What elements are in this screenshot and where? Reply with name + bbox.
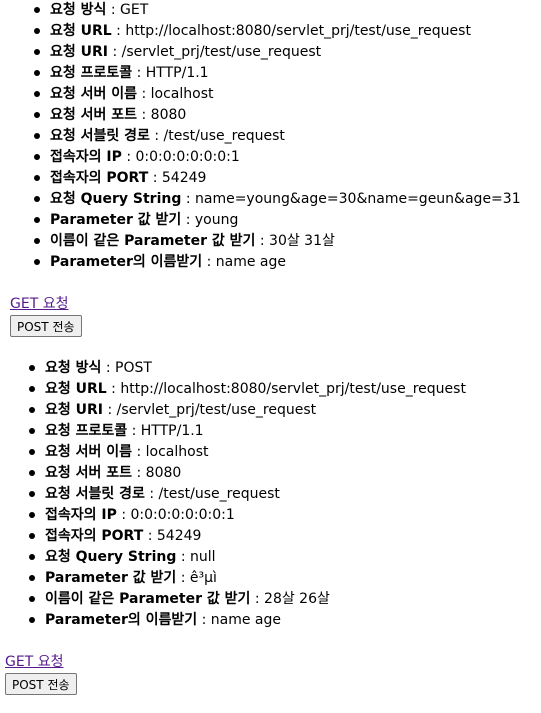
list-item: Parameter 값 받기 : ê³µì bbox=[29, 568, 466, 589]
info-value: GET bbox=[120, 2, 149, 18]
info-label: 요청 URL bbox=[45, 381, 107, 397]
info-label: 요청 URI bbox=[50, 44, 108, 60]
info-value: 28살 26살 bbox=[264, 591, 330, 607]
info-value: ê³µì bbox=[189, 570, 217, 586]
info-label: 요청 Query String bbox=[45, 549, 177, 565]
list-item: 요청 URL : http://localhost:8080/servlet_p… bbox=[34, 21, 521, 42]
info-label: 접속자의 PORT bbox=[45, 528, 144, 544]
list-item: 요청 서블릿 경로 : /test/use_request bbox=[34, 126, 521, 147]
info-value: /test/use_request bbox=[158, 486, 280, 502]
list-item: 요청 서버 이름 : localhost bbox=[29, 442, 466, 463]
info-label: 요청 프로토콜 bbox=[50, 65, 133, 81]
info-value: http://localhost:8080/servlet_prj/test/u… bbox=[120, 381, 466, 397]
info-value: name=young&age=30&name=geun&age=31 bbox=[195, 191, 521, 207]
list-item: 요청 서버 이름 : localhost bbox=[34, 84, 521, 105]
list-item: 접속자의 IP : 0:0:0:0:0:0:0:1 bbox=[34, 147, 521, 168]
info-value: young bbox=[194, 212, 239, 228]
list-item: 요청 방식 : GET bbox=[34, 0, 521, 21]
post-result-section: 요청 방식 : POST 요청 URL : http://localhost:8… bbox=[5, 358, 466, 695]
list-item: 요청 프로토콜 : HTTP/1.1 bbox=[29, 421, 466, 442]
info-value: 8080 bbox=[145, 465, 182, 481]
info-value: 8080 bbox=[150, 107, 187, 123]
info-value: /test/use_request bbox=[163, 128, 285, 144]
list-item: Parameter 값 받기 : young bbox=[34, 210, 521, 231]
list-item: Parameter의 이름받기 : name age bbox=[29, 610, 466, 631]
list-item: 요청 Query String : name=young&age=30&name… bbox=[34, 189, 521, 210]
info-value: 54249 bbox=[161, 170, 207, 186]
list-item: 이름이 같은 Parameter 값 받기 : 28살 26살 bbox=[29, 589, 466, 610]
info-label: 요청 서버 포트 bbox=[50, 107, 138, 123]
info-label: 요청 서블릿 경로 bbox=[50, 128, 150, 144]
list-item: Parameter의 이름받기 : name age bbox=[34, 252, 521, 273]
info-value: null bbox=[190, 549, 216, 565]
get-request-link[interactable]: GET 요청 bbox=[5, 652, 466, 672]
list-item: 요청 서버 포트 : 8080 bbox=[29, 463, 466, 484]
info-value: HTTP/1.1 bbox=[140, 423, 204, 439]
list-item: 요청 URI : /servlet_prj/test/use_request bbox=[34, 42, 521, 63]
info-label: Parameter 값 받기 bbox=[50, 212, 182, 228]
info-label: 요청 방식 bbox=[50, 2, 107, 18]
info-value: 0:0:0:0:0:0:0:1 bbox=[130, 507, 235, 523]
info-label: 요청 서버 포트 bbox=[45, 465, 133, 481]
info-label: Parameter 값 받기 bbox=[45, 570, 177, 586]
info-value: http://localhost:8080/servlet_prj/test/u… bbox=[125, 23, 471, 39]
list-item: 요청 URL : http://localhost:8080/servlet_p… bbox=[29, 379, 466, 400]
info-value: name age bbox=[210, 612, 281, 628]
info-label: 접속자의 PORT bbox=[50, 170, 149, 186]
get-request-link[interactable]: GET 요청 bbox=[10, 294, 521, 314]
info-value: 54249 bbox=[156, 528, 202, 544]
info-label: Parameter의 이름받기 bbox=[45, 612, 198, 628]
info-value: HTTP/1.1 bbox=[145, 65, 209, 81]
info-label: 요청 서버 이름 bbox=[50, 86, 138, 102]
info-value: POST bbox=[115, 360, 152, 376]
list-item: 접속자의 PORT : 54249 bbox=[29, 526, 466, 547]
info-label: Parameter의 이름받기 bbox=[50, 254, 203, 270]
get-result-section: 요청 방식 : GET 요청 URL : http://localhost:80… bbox=[10, 0, 521, 337]
info-value: localhost bbox=[150, 86, 214, 102]
info-value: localhost bbox=[145, 444, 209, 460]
request-info-list: 요청 방식 : POST 요청 URL : http://localhost:8… bbox=[5, 358, 466, 631]
post-submit-button[interactable]: POST 전송 bbox=[10, 315, 82, 337]
info-value: 30살 31살 bbox=[269, 233, 335, 249]
info-label: 요청 Query String bbox=[50, 191, 182, 207]
info-value: /servlet_prj/test/use_request bbox=[121, 44, 322, 60]
list-item: 접속자의 PORT : 54249 bbox=[34, 168, 521, 189]
list-item: 요청 서블릿 경로 : /test/use_request bbox=[29, 484, 466, 505]
list-item: 접속자의 IP : 0:0:0:0:0:0:0:1 bbox=[29, 505, 466, 526]
info-label: 요청 서블릿 경로 bbox=[45, 486, 145, 502]
list-item: 요청 URI : /servlet_prj/test/use_request bbox=[29, 400, 466, 421]
list-item: 요청 서버 포트 : 8080 bbox=[34, 105, 521, 126]
info-value: /servlet_prj/test/use_request bbox=[116, 402, 317, 418]
info-label: 접속자의 IP bbox=[50, 149, 122, 165]
info-label: 요청 URL bbox=[50, 23, 112, 39]
post-submit-button[interactable]: POST 전송 bbox=[5, 673, 77, 695]
info-value: name age bbox=[215, 254, 286, 270]
info-label: 요청 서버 이름 bbox=[45, 444, 133, 460]
info-label: 요청 방식 bbox=[45, 360, 102, 376]
list-item: 요청 방식 : POST bbox=[29, 358, 466, 379]
info-label: 이름이 같은 Parameter 값 받기 bbox=[50, 233, 256, 249]
info-label: 요청 프로토콜 bbox=[45, 423, 128, 439]
list-item: 요청 프로토콜 : HTTP/1.1 bbox=[34, 63, 521, 84]
info-label: 요청 URI bbox=[45, 402, 103, 418]
info-label: 이름이 같은 Parameter 값 받기 bbox=[45, 591, 251, 607]
list-item: 요청 Query String : null bbox=[29, 547, 466, 568]
info-value: 0:0:0:0:0:0:0:1 bbox=[135, 149, 240, 165]
info-label: 접속자의 IP bbox=[45, 507, 117, 523]
list-item: 이름이 같은 Parameter 값 받기 : 30살 31살 bbox=[34, 231, 521, 252]
request-info-list: 요청 방식 : GET 요청 URL : http://localhost:80… bbox=[10, 0, 521, 273]
